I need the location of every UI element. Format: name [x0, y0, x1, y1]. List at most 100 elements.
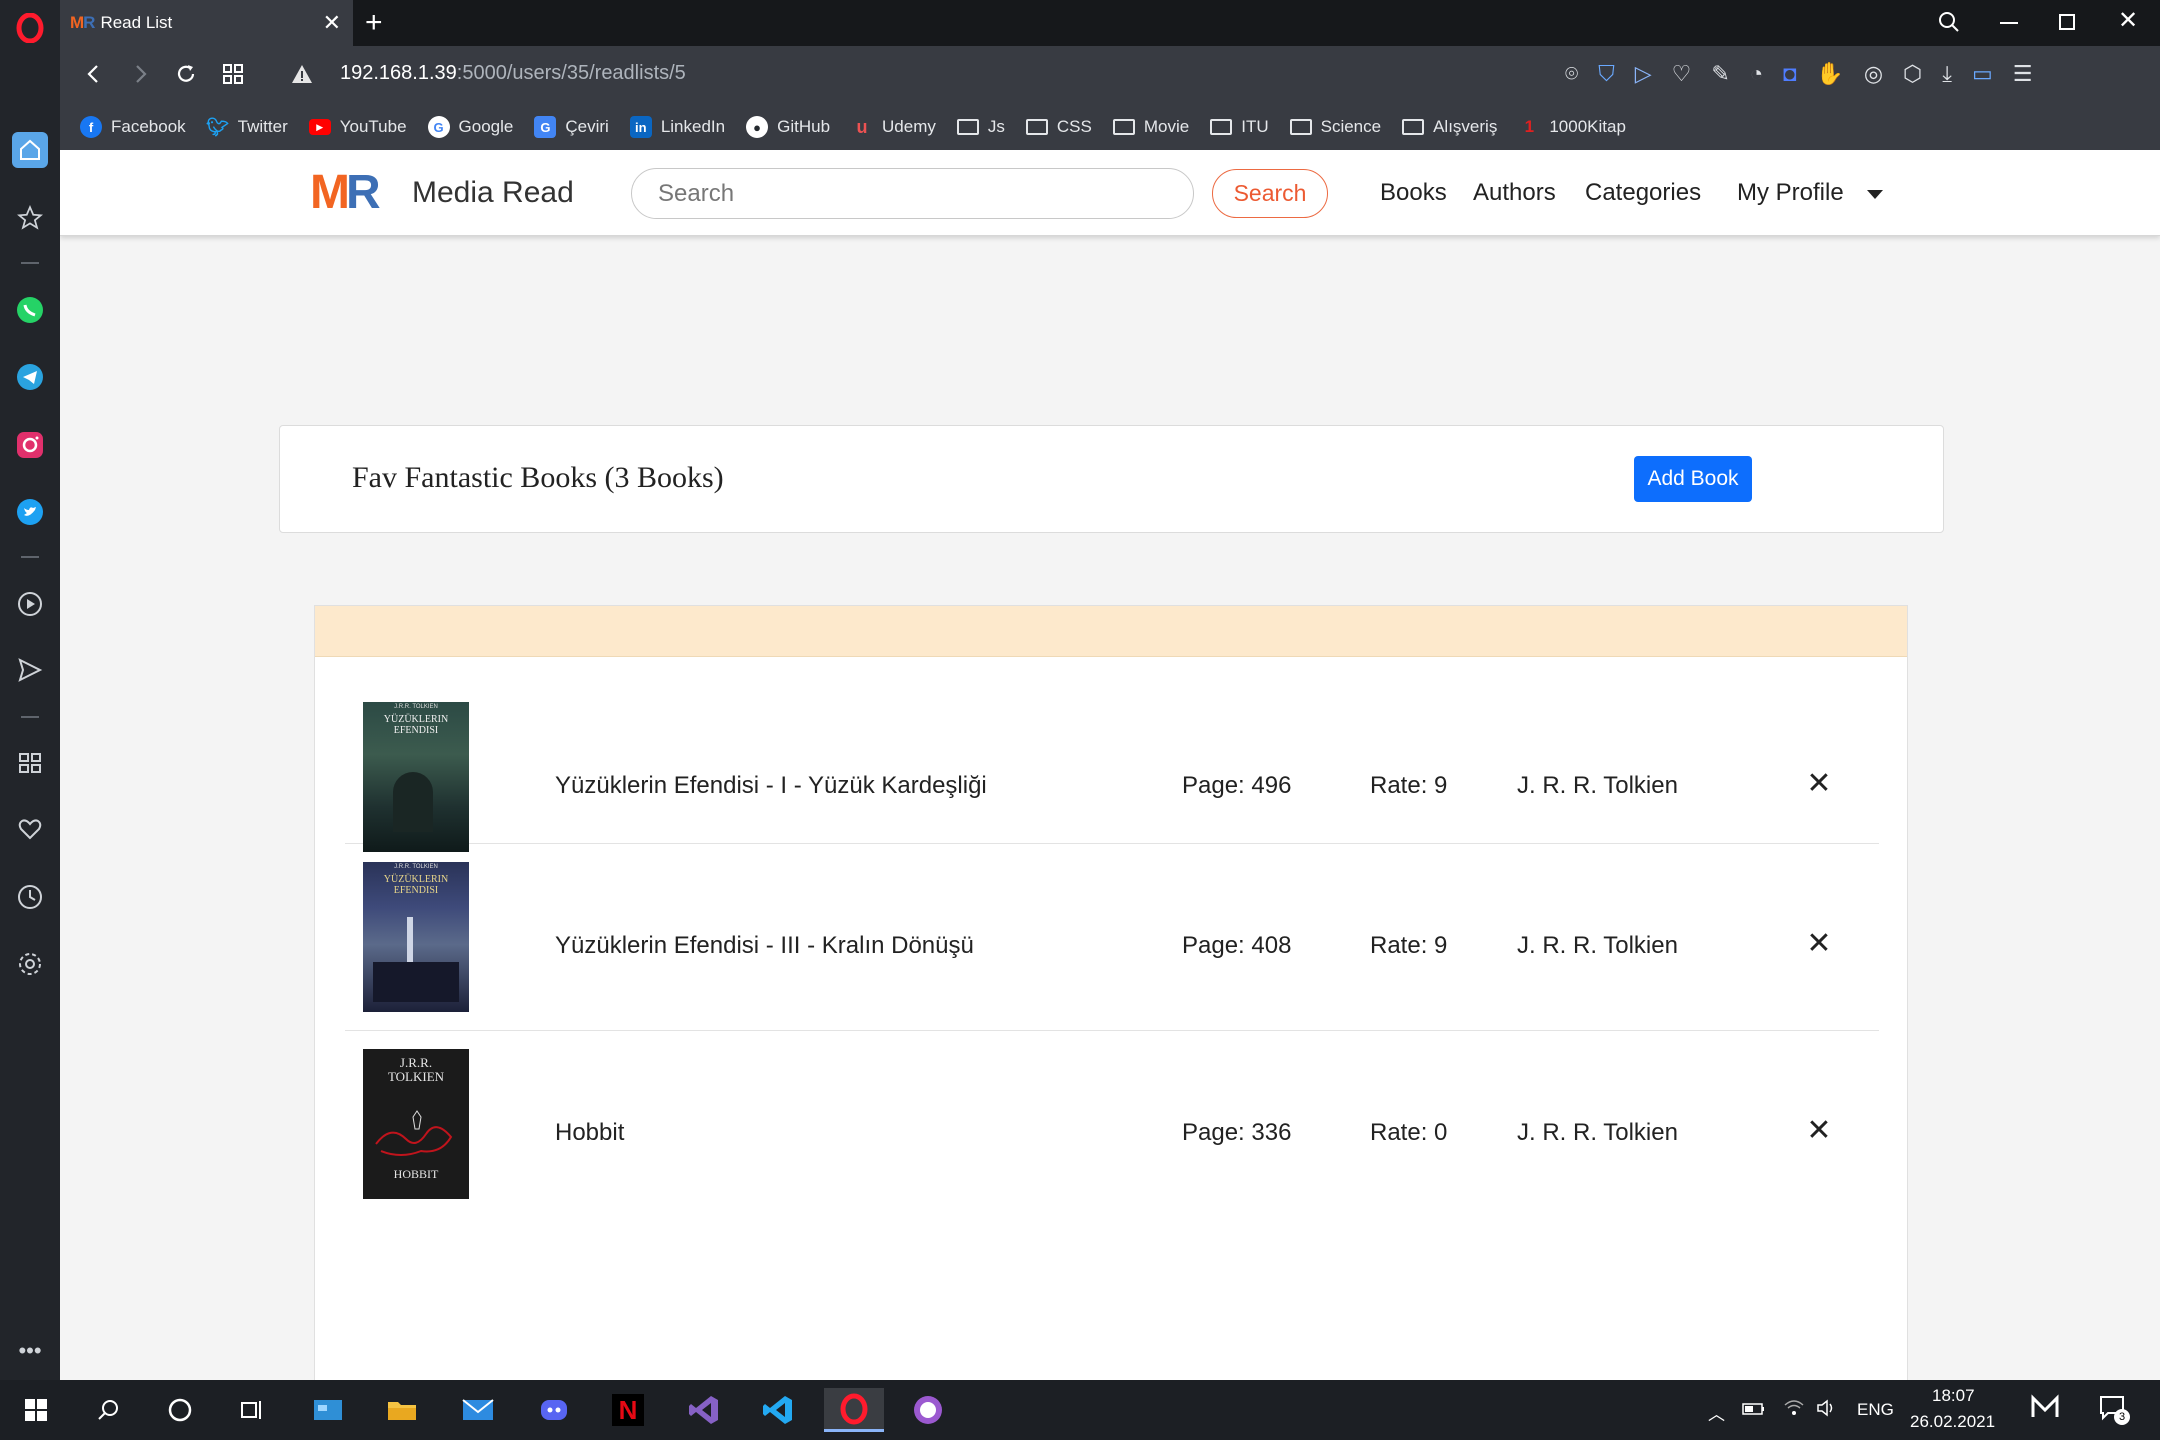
- bookmark-folder-science[interactable]: Science: [1289, 117, 1381, 137]
- tab-read-list[interactable]: MR Read List ✕: [60, 0, 353, 46]
- bookmark-folder-alisveris[interactable]: Alışveriş: [1402, 117, 1497, 137]
- opera-taskbar-icon[interactable]: [824, 1388, 884, 1432]
- search-input[interactable]: [631, 168, 1194, 219]
- book-pages: Page: 336: [1182, 1119, 1292, 1146]
- adblock-icon[interactable]: ✋: [1816, 61, 1843, 87]
- back-icon[interactable]: [82, 62, 106, 91]
- vpn-icon[interactable]: ◎: [1864, 61, 1883, 87]
- book-cover-image[interactable]: J.R.R. TOLKIEN YÜZÜKLERIN EFENDISI: [363, 702, 469, 852]
- warning-icon[interactable]: [290, 62, 314, 91]
- book-cover-image[interactable]: J.R.R. TOLKIEN YÜZÜKLERIN EFENDISI: [363, 862, 469, 1012]
- instagram-icon[interactable]: [12, 427, 48, 463]
- brand-name[interactable]: Media Read: [412, 176, 574, 210]
- remove-book-icon[interactable]: ✕: [1803, 927, 1835, 960]
- nav-categories[interactable]: Categories: [1585, 179, 1701, 207]
- book-author[interactable]: J. R. R. Tolkien: [1517, 1119, 1678, 1147]
- close-window-icon[interactable]: ✕: [2118, 6, 2138, 35]
- language-indicator[interactable]: ENG: [1857, 1400, 1894, 1420]
- clock-date[interactable]: 26.02.2021: [1910, 1412, 1995, 1432]
- heart-icon[interactable]: [12, 811, 48, 847]
- notification-center-icon[interactable]: 3: [2098, 1394, 2130, 1429]
- nav-my-profile[interactable]: My Profile: [1737, 179, 1844, 207]
- windows-start-icon[interactable]: [6, 1388, 66, 1432]
- volume-icon[interactable]: [1816, 1398, 1838, 1423]
- bookmark-1000kitap[interactable]: 1 1000Kitap: [1518, 116, 1626, 138]
- bookmark-youtube[interactable]: ▶ YouTube: [308, 117, 407, 137]
- reload-icon[interactable]: [174, 62, 198, 91]
- bookmark-google[interactable]: G Google: [427, 116, 513, 138]
- book-title[interactable]: Hobbit: [555, 1119, 624, 1147]
- remove-book-icon[interactable]: ✕: [1803, 1114, 1835, 1147]
- history-icon[interactable]: [12, 879, 48, 915]
- forward-icon[interactable]: [128, 62, 152, 91]
- close-tab-icon[interactable]: ✕: [323, 10, 341, 36]
- minimize-icon[interactable]: [2000, 22, 2018, 24]
- bookmark-ceviri[interactable]: G Çeviri: [534, 116, 609, 138]
- bookmark-folder-movie[interactable]: Movie: [1112, 117, 1189, 137]
- control-panel-icon[interactable]: [298, 1388, 358, 1432]
- nav-books[interactable]: Books: [1380, 179, 1447, 207]
- new-tab-icon[interactable]: +: [365, 6, 383, 40]
- clock-time[interactable]: 18:07: [1932, 1386, 1975, 1406]
- extension-icon[interactable]: ◘: [1783, 61, 1796, 87]
- book-author[interactable]: J. R. R. Tolkien: [1517, 932, 1678, 960]
- home-icon[interactable]: [12, 132, 48, 168]
- shield-icon[interactable]: ⛉: [1598, 61, 1615, 87]
- battery-icon[interactable]: ▭: [1972, 61, 1993, 87]
- easy-setup-icon[interactable]: ☰: [2013, 61, 2033, 87]
- app-logo-icon[interactable]: [2030, 1394, 2060, 1425]
- snapshot-icon[interactable]: ⌾: [1565, 61, 1578, 87]
- bookmark-folder-css[interactable]: CSS: [1025, 117, 1092, 137]
- wifi-icon[interactable]: [1783, 1397, 1805, 1422]
- bookmark-linkedin[interactable]: in LinkedIn: [629, 116, 725, 138]
- github-desktop-icon[interactable]: [898, 1388, 958, 1432]
- file-explorer-icon[interactable]: [372, 1388, 432, 1432]
- flow-icon[interactable]: ▷: [1635, 61, 1652, 87]
- workspaces-icon[interactable]: [12, 745, 48, 781]
- send-icon[interactable]: [12, 652, 48, 688]
- bookmark-folder-itu[interactable]: ITU: [1210, 117, 1269, 137]
- mail-icon[interactable]: [448, 1388, 508, 1432]
- twitter-icon[interactable]: [12, 494, 48, 530]
- remove-book-icon[interactable]: ✕: [1803, 767, 1835, 800]
- battery-icon[interactable]: [1742, 1401, 1766, 1422]
- search-button[interactable]: Search: [1212, 169, 1328, 218]
- speedometer-icon[interactable]: ◔: [1750, 61, 1763, 87]
- favorite-icon[interactable]: ♡: [1672, 61, 1692, 87]
- bookmark-udemy[interactable]: u Udemy: [851, 116, 936, 138]
- visual-studio-icon[interactable]: [674, 1388, 734, 1432]
- book-author[interactable]: J. R. R. Tolkien: [1517, 772, 1678, 800]
- opera-menu-icon[interactable]: [12, 10, 48, 46]
- telegram-icon[interactable]: [12, 359, 48, 395]
- site-logo[interactable]: MR: [310, 169, 381, 217]
- speed-dial-icon[interactable]: [12, 200, 48, 236]
- bookmark-twitter[interactable]: 🐦︎ Twitter: [206, 116, 287, 138]
- task-view-icon[interactable]: [222, 1388, 282, 1432]
- url-field[interactable]: 192.168.1.39:5000/users/35/readlists/5: [340, 62, 686, 85]
- bookmark-folder-js[interactable]: Js: [956, 117, 1005, 137]
- add-book-button[interactable]: Add Book: [1634, 456, 1752, 502]
- discord-icon[interactable]: [524, 1388, 584, 1432]
- cube-icon[interactable]: ⬡: [1903, 61, 1922, 87]
- book-title[interactable]: Yüzüklerin Efendisi - III - Kralın Dönüş…: [555, 932, 974, 960]
- vscode-icon[interactable]: [748, 1388, 808, 1432]
- nav-authors[interactable]: Authors: [1473, 179, 1556, 207]
- book-title[interactable]: Yüzüklerin Efendisi - I - Yüzük Kardeşli…: [555, 772, 987, 800]
- chevron-down-icon[interactable]: [1867, 190, 1883, 199]
- bookmark-facebook[interactable]: f Facebook: [80, 116, 186, 138]
- cortana-icon[interactable]: [150, 1388, 210, 1432]
- netflix-icon[interactable]: N: [598, 1388, 658, 1432]
- tab-grid-icon[interactable]: [222, 63, 244, 90]
- tab-search-icon[interactable]: [1937, 10, 1961, 39]
- player-icon[interactable]: [12, 586, 48, 622]
- download-icon[interactable]: ⤓: [1942, 61, 1952, 87]
- chevron-up-icon[interactable]: ︿: [1708, 1400, 1725, 1425]
- restore-icon[interactable]: [2059, 14, 2075, 30]
- search-icon[interactable]: [78, 1388, 138, 1432]
- whatsapp-icon[interactable]: [12, 292, 48, 328]
- pen-icon[interactable]: ✎: [1711, 61, 1729, 87]
- book-cover-image[interactable]: J.R.R. TOLKIEN HOBBIT: [363, 1049, 469, 1199]
- more-icon[interactable]: •••: [12, 1333, 48, 1369]
- bookmark-github[interactable]: ● GitHub: [746, 116, 830, 138]
- settings-icon[interactable]: [12, 946, 48, 982]
